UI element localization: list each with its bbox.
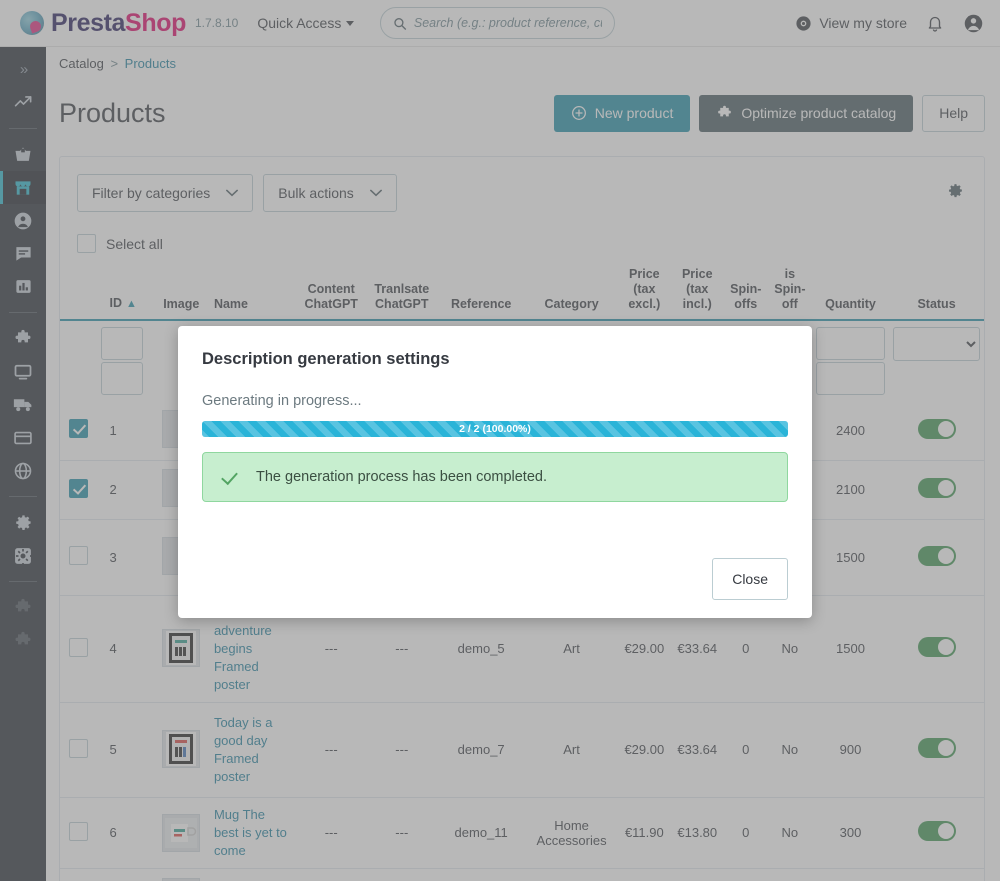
- progress-track: 2 / 2 (100.00%): [202, 421, 788, 437]
- check-icon: [221, 468, 239, 486]
- modal-title: Description generation settings: [202, 350, 450, 368]
- close-button[interactable]: Close: [712, 558, 788, 600]
- page-root: PrestaShop 1.7.8.10 Quick Access View my…: [0, 0, 1000, 881]
- progress-bar: 2 / 2 (100.00%): [202, 421, 788, 437]
- modal-status-text: Generating in progress...: [202, 393, 362, 409]
- success-alert: The generation process has been complete…: [202, 452, 788, 502]
- modal-footer: Close: [202, 558, 788, 600]
- success-alert-text: The generation process has been complete…: [256, 469, 547, 485]
- description-generation-modal: Description generation settings Generati…: [178, 326, 812, 618]
